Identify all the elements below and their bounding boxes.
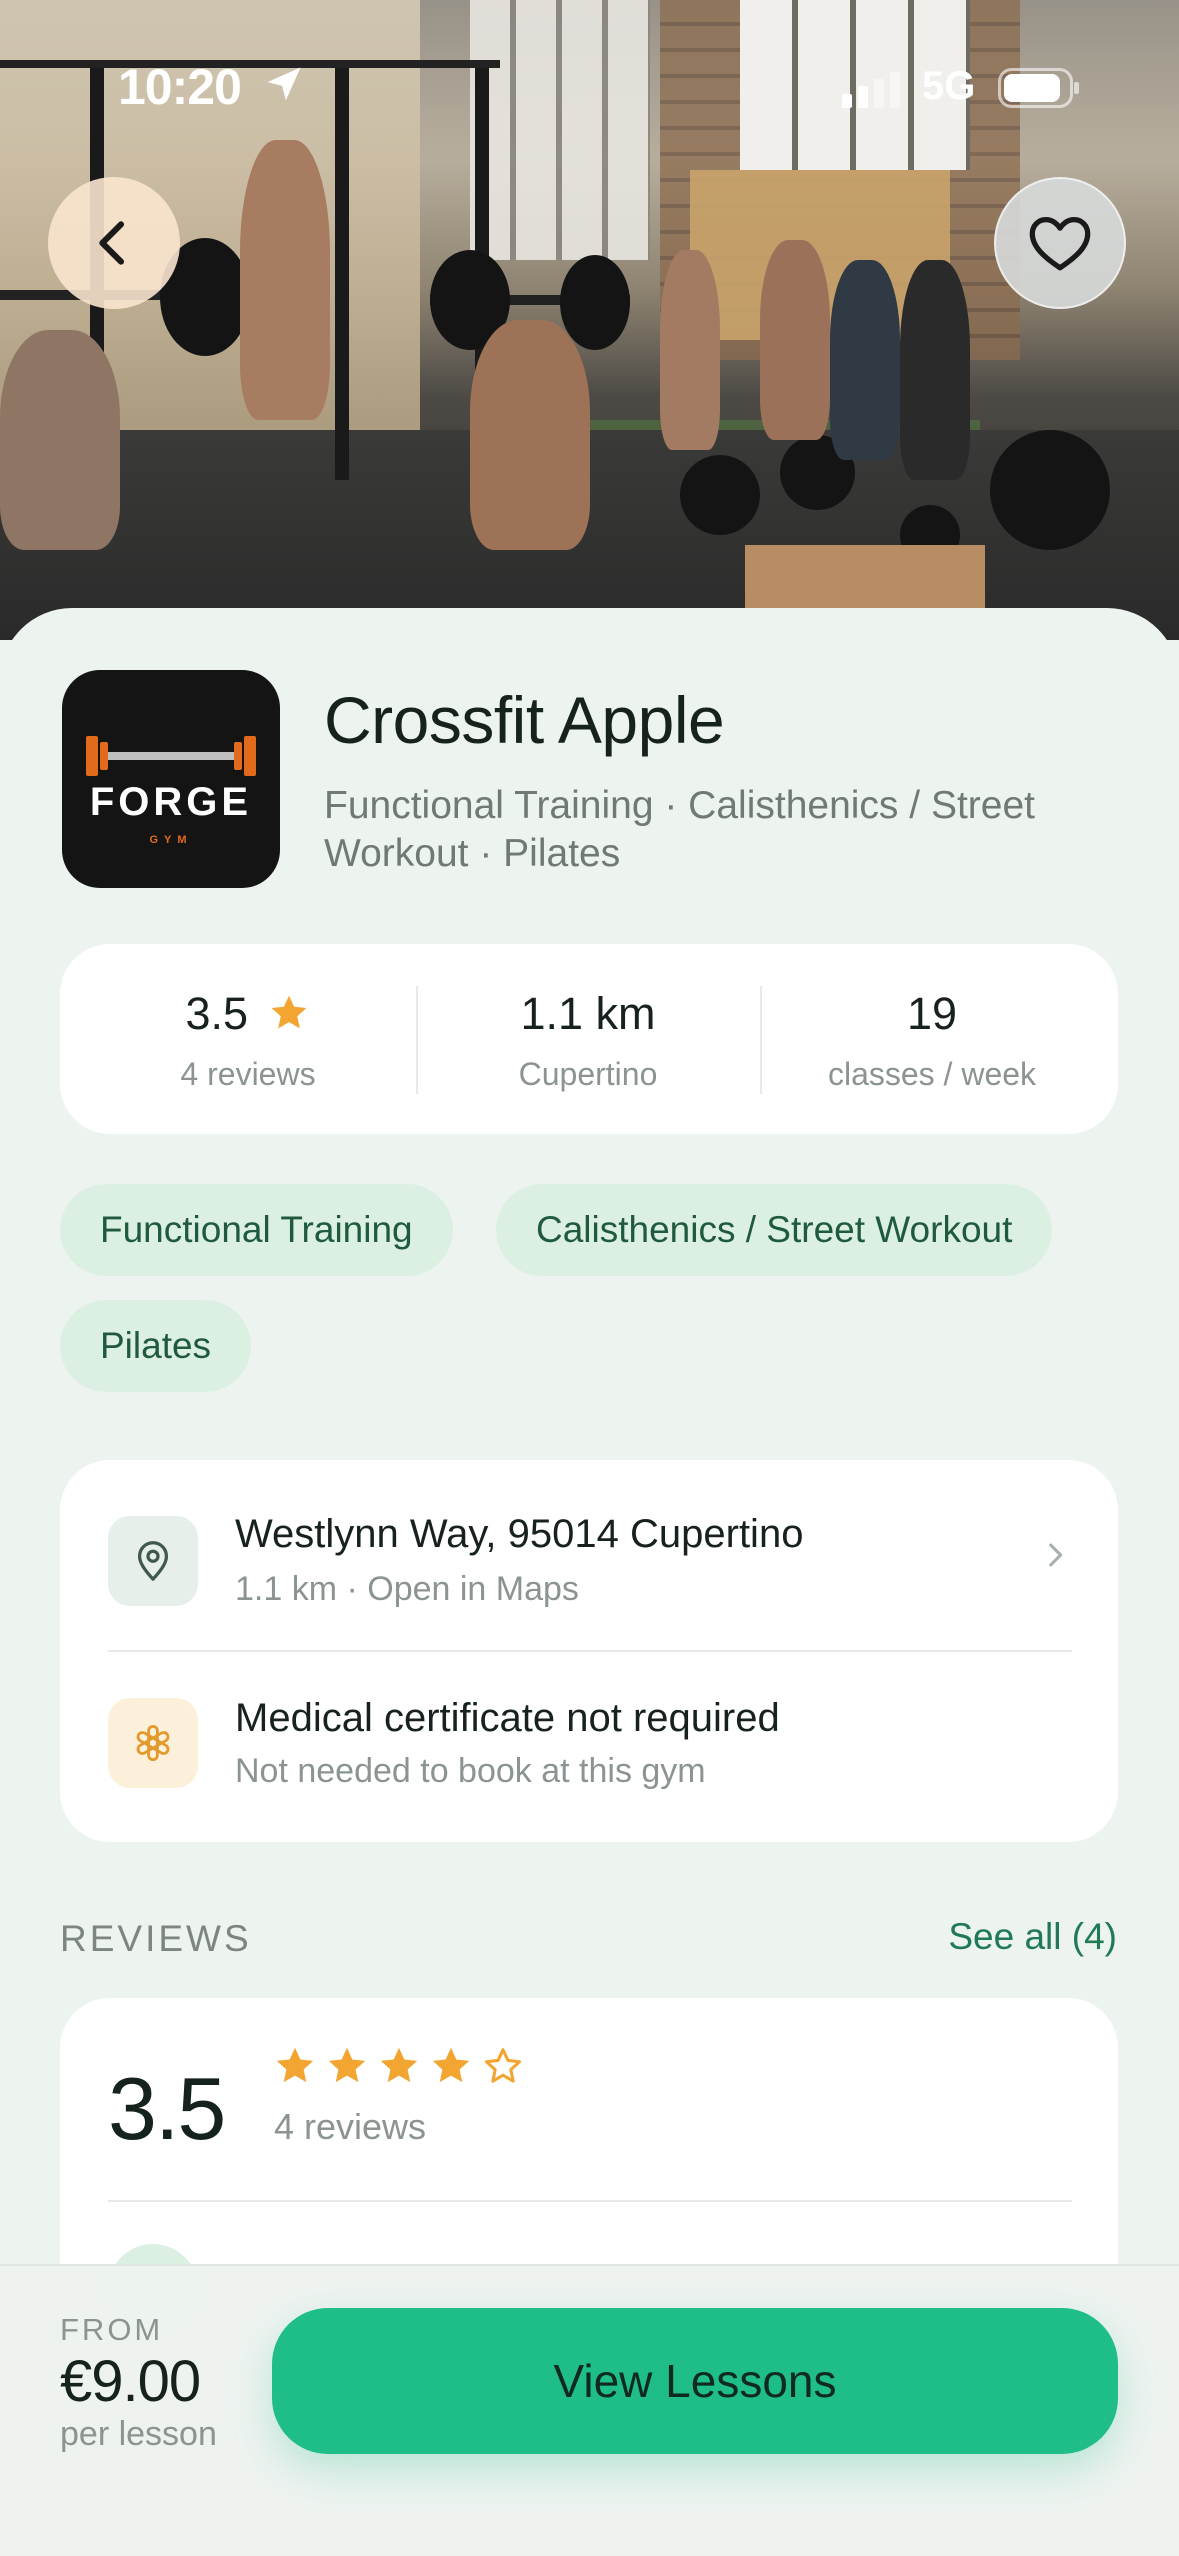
chevron-right-icon bbox=[1049, 1543, 1063, 1567]
medical-row: Medical certificate not required Not nee… bbox=[60, 1652, 1118, 1842]
reviews-count: 4 reviews bbox=[274, 2106, 427, 2147]
tag-chip-calisthenics[interactable]: Calisthenics / Street Workout bbox=[496, 1184, 1053, 1276]
price-unit-label: per lesson bbox=[60, 2415, 217, 2453]
star-icon bbox=[271, 995, 306, 1029]
heart-icon bbox=[1029, 217, 1091, 271]
medical-icon-tile bbox=[108, 1698, 198, 1788]
reviews-divider bbox=[108, 2200, 1072, 2202]
classes-label: classes / week bbox=[827, 1056, 1037, 1092]
medical-title: Medical certificate not required bbox=[235, 1696, 780, 1740]
gym-categories: Functional Training · Calisthenics / Str… bbox=[324, 784, 1035, 875]
logo-wordmark: FORGE bbox=[89, 780, 253, 824]
classes-value: 19 bbox=[906, 988, 958, 1039]
star-filled-icon bbox=[380, 2047, 418, 2083]
see-all-reviews-link[interactable]: See all (4) bbox=[948, 1916, 1117, 1958]
network-type: 5G bbox=[922, 64, 976, 108]
tag-chip-functional-training[interactable]: Functional Training bbox=[60, 1184, 453, 1276]
reviews-average: 3.5 bbox=[108, 2059, 226, 2158]
distance-value: 1.1 km bbox=[520, 988, 656, 1039]
rating-stars bbox=[272, 2043, 526, 2089]
map-pin-icon bbox=[137, 1541, 169, 1581]
rating-label: 4 reviews bbox=[180, 1056, 316, 1092]
address-title: Westlynn Way, 95014 Cupertino bbox=[235, 1512, 804, 1556]
star-filled-icon bbox=[276, 2047, 314, 2083]
price-from-label: FROM bbox=[60, 2312, 164, 2347]
rating-value: 3.5 bbox=[185, 988, 249, 1039]
address-row[interactable]: Westlynn Way, 95014 Cupertino 1.1 km · O… bbox=[60, 1460, 1118, 1650]
gym-detail-screen: 10:20 5G FORGE GYM Crossfit Apple Functi… bbox=[0, 0, 1179, 2556]
medical-subtitle: Not needed to book at this gym bbox=[235, 1752, 706, 1790]
view-lessons-button[interactable]: View Lessons bbox=[272, 2308, 1118, 2454]
asterisk-icon bbox=[136, 1724, 170, 1762]
address-subtitle: 1.1 km · Open in Maps bbox=[235, 1570, 579, 1608]
back-button[interactable] bbox=[48, 177, 180, 309]
stat-classes: 19 classes / week bbox=[762, 944, 1102, 1134]
reviews-heading: REVIEWS bbox=[60, 1918, 252, 1959]
cellular-signal-icon bbox=[842, 72, 900, 108]
logo-subtext: GYM bbox=[149, 834, 193, 846]
battery-icon bbox=[998, 68, 1079, 108]
stat-distance: 1.1 km Cupertino bbox=[418, 944, 758, 1134]
star-filled-icon bbox=[328, 2047, 366, 2083]
gym-logo: FORGE GYM bbox=[62, 670, 280, 888]
tag-chip-pilates[interactable]: Pilates bbox=[60, 1300, 252, 1392]
stat-rating-value-row: 3.5 bbox=[78, 988, 418, 1040]
favorite-button[interactable] bbox=[994, 177, 1126, 309]
star-filled-icon bbox=[432, 2047, 470, 2083]
status-bar: 10:20 5G bbox=[0, 0, 1179, 170]
stats-card: 3.5 4 reviews 1.1 km Cupertino 19 classe… bbox=[60, 944, 1118, 1134]
location-arrow-icon bbox=[267, 67, 301, 101]
location-icon-tile bbox=[108, 1516, 198, 1606]
barbell-logo-icon bbox=[86, 736, 256, 776]
info-card: Westlynn Way, 95014 Cupertino 1.1 km · O… bbox=[60, 1460, 1118, 1842]
price-value: €9.00 bbox=[60, 2349, 201, 2414]
chevron-left-icon bbox=[99, 221, 125, 265]
star-outline-icon bbox=[484, 2048, 522, 2083]
status-time: 10:20 bbox=[118, 59, 242, 115]
gym-name: Crossfit Apple bbox=[324, 683, 725, 757]
distance-label: Cupertino bbox=[518, 1056, 658, 1092]
stat-rating: 3.5 4 reviews bbox=[78, 944, 418, 1134]
